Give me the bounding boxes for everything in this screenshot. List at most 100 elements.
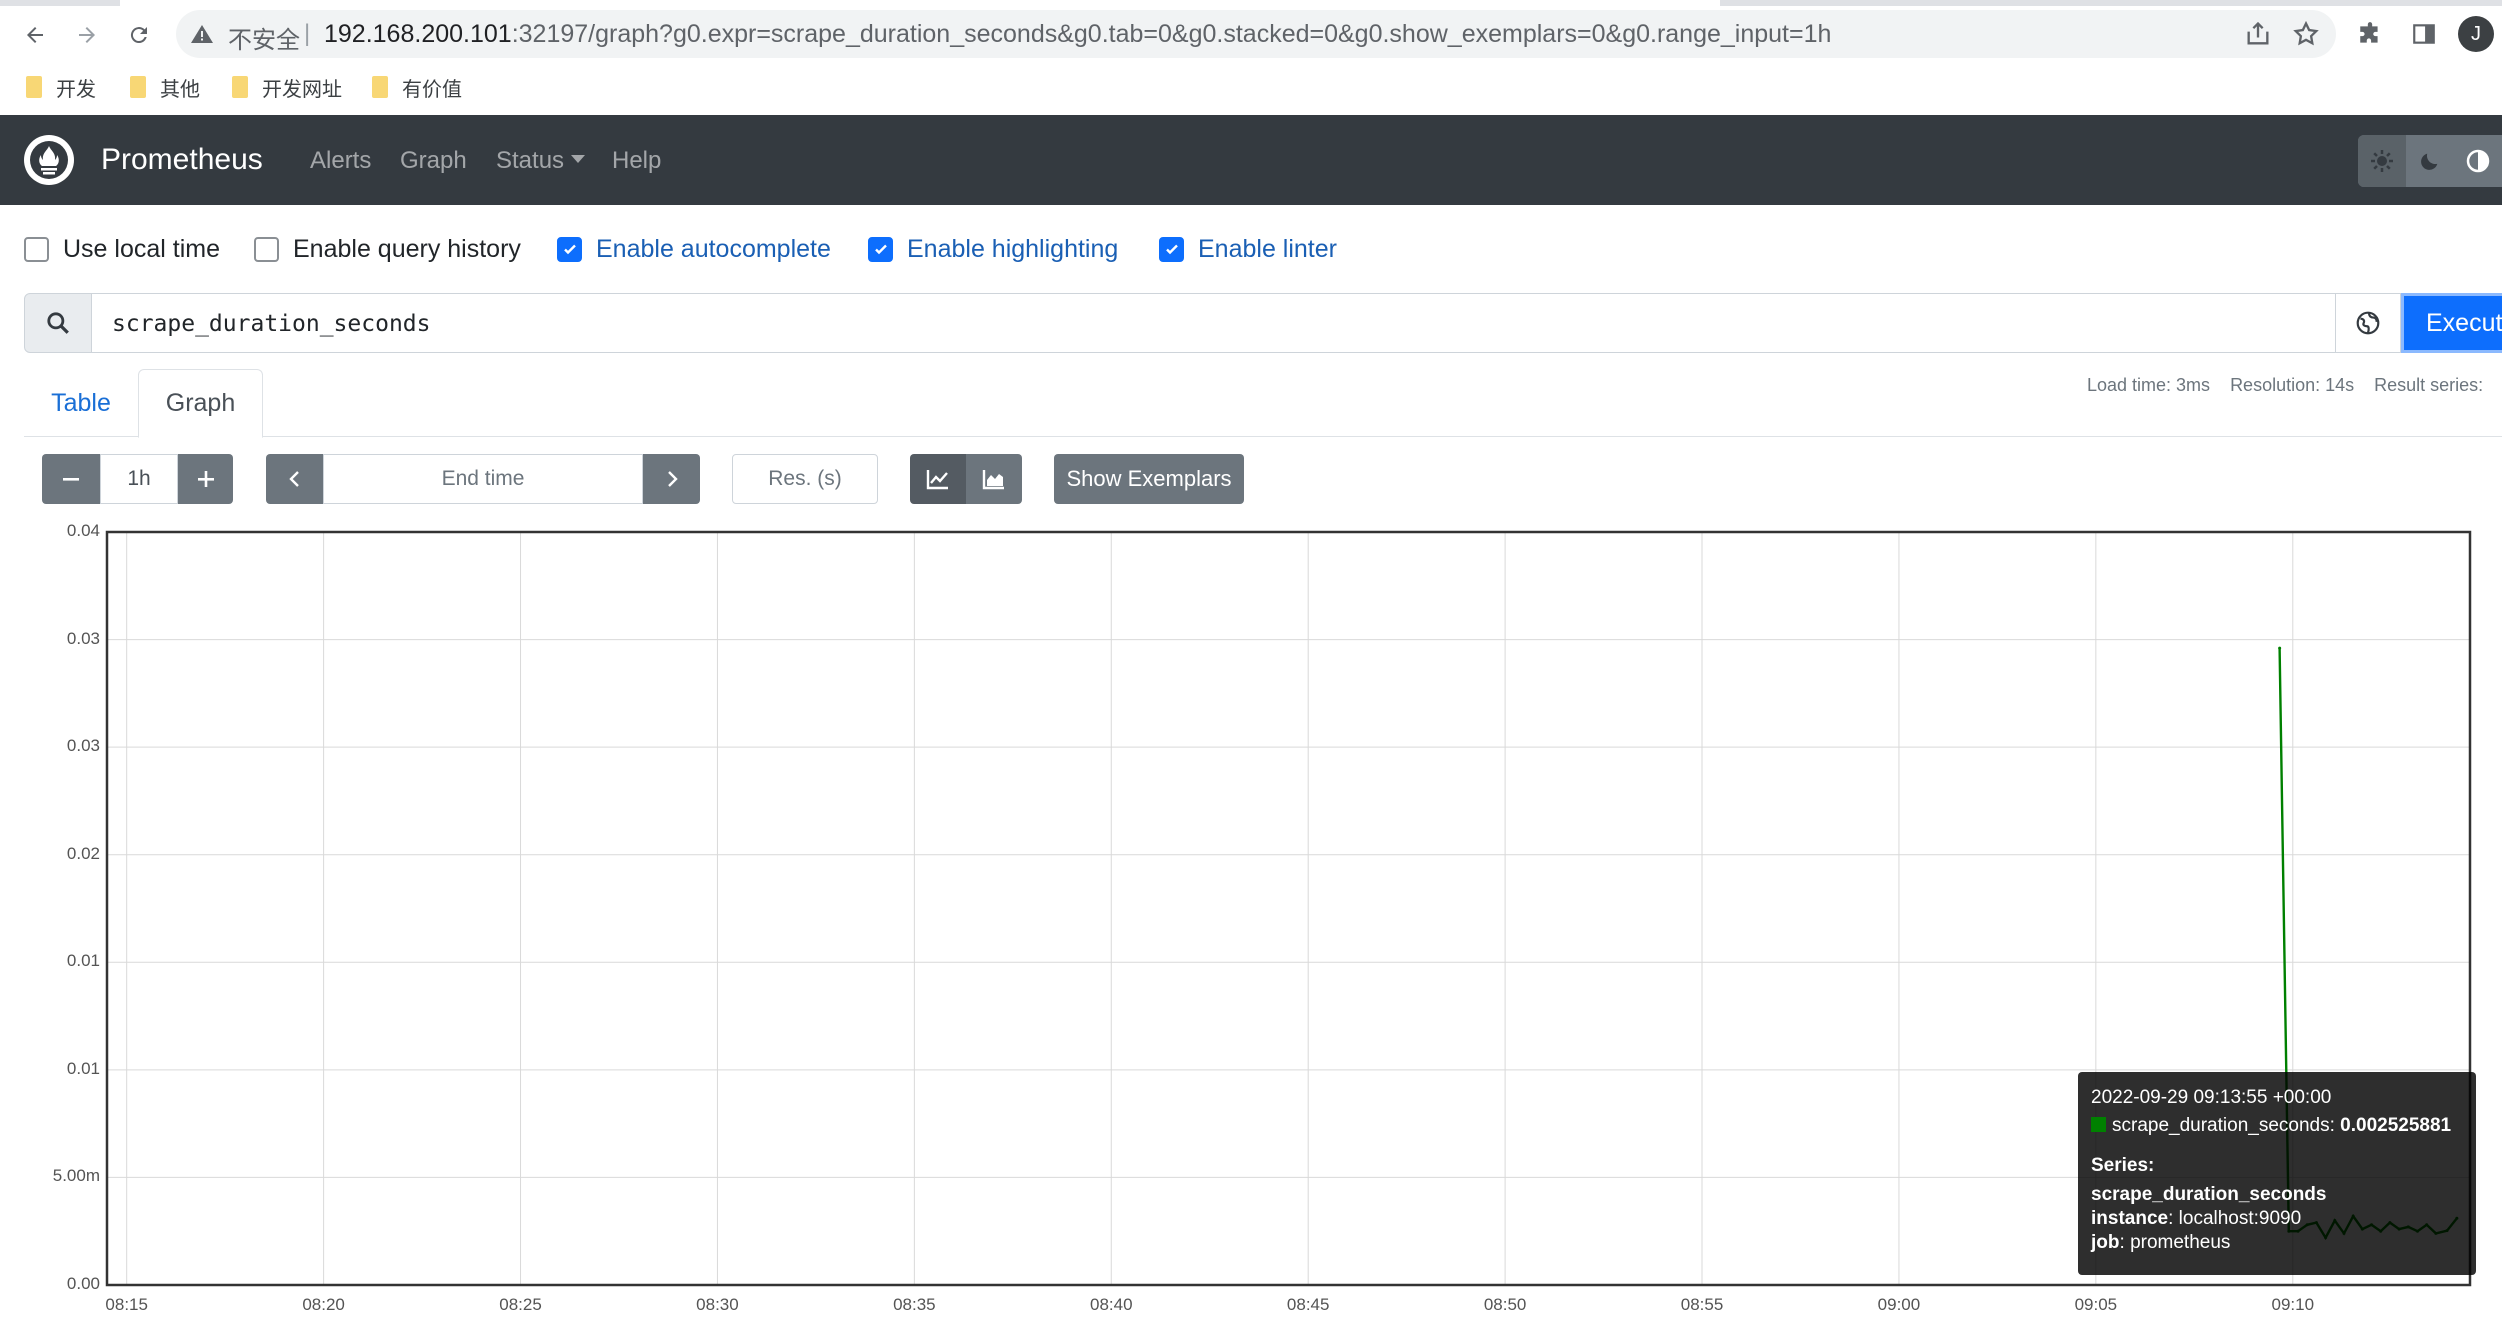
show-exemplars-button[interactable]: Show Exemplars bbox=[1054, 454, 1244, 504]
star-icon[interactable] bbox=[2292, 20, 2320, 48]
tab-table[interactable]: Table bbox=[24, 369, 138, 437]
forward-icon[interactable] bbox=[68, 16, 106, 54]
tooltip-label-instance: instance: localhost:9090 bbox=[2091, 1208, 2302, 1229]
range-input[interactable]: 1h bbox=[100, 454, 178, 504]
query-history-option[interactable]: Enable query history bbox=[254, 233, 521, 265]
stacked-chart-button[interactable] bbox=[966, 454, 1022, 504]
load-time: Load time: 3ms bbox=[2087, 375, 2211, 395]
tooltip-series-name: scrape_duration_seconds bbox=[2091, 1184, 2327, 1206]
bookmark-label: 有价值 bbox=[402, 78, 462, 101]
bookmark-label: 开发 bbox=[56, 78, 96, 101]
bookmark-item[interactable]: 开发网址 bbox=[232, 72, 342, 102]
extensions-icon[interactable] bbox=[2352, 16, 2388, 52]
browser-chrome: 不安全 | 192.168.200.101:32197/graph?g0.exp… bbox=[0, 0, 2502, 115]
bookmark-label: 其他 bbox=[160, 78, 200, 101]
tooltip-value-row: scrape_duration_seconds: 0.002525881 bbox=[2091, 1114, 2476, 1138]
bookmark-item[interactable]: 其他 bbox=[130, 72, 200, 102]
linter-checkbox[interactable] bbox=[1159, 236, 1184, 262]
dark-theme-button[interactable] bbox=[2406, 135, 2454, 187]
tab-graph[interactable]: Graph bbox=[138, 369, 263, 438]
light-theme-button[interactable] bbox=[2358, 135, 2406, 187]
expression-input[interactable]: scrape_duration_seconds bbox=[91, 293, 2336, 353]
folder-icon bbox=[130, 76, 146, 98]
resolution-input[interactable]: Res. (s) bbox=[732, 454, 878, 504]
line-chart-button[interactable] bbox=[910, 454, 966, 504]
linter-option[interactable]: Enable linter bbox=[1159, 233, 1337, 265]
query-stats: Load time: 3ms Resolution: 14s Result seri… bbox=[2087, 375, 2502, 396]
next-time-button[interactable] bbox=[643, 454, 700, 504]
caret-down-icon bbox=[571, 154, 586, 163]
share-icon[interactable] bbox=[2244, 20, 2272, 48]
url-host: 192.168.200.101 bbox=[324, 20, 512, 48]
check-icon bbox=[874, 244, 887, 255]
tab-strip bbox=[0, 0, 2502, 6]
chevron-right-icon bbox=[667, 471, 678, 487]
profile-avatar[interactable]: J bbox=[2458, 16, 2494, 52]
area-chart-icon bbox=[982, 470, 1004, 490]
end-time-input[interactable]: End time bbox=[323, 454, 643, 504]
folder-icon bbox=[232, 76, 248, 98]
sun-icon bbox=[2371, 150, 2393, 172]
moon-icon bbox=[2421, 153, 2438, 170]
previous-time-button[interactable] bbox=[266, 454, 323, 504]
result-series: Result series: bbox=[2374, 375, 2484, 395]
theme-toggle-group bbox=[2358, 135, 2502, 187]
browser-theme-button[interactable] bbox=[2454, 135, 2502, 187]
label-key: instance bbox=[2091, 1208, 2169, 1229]
minus-icon bbox=[63, 478, 79, 481]
autocomplete-checkbox[interactable] bbox=[557, 236, 582, 262]
highlighting-label: Enable highlighting bbox=[907, 234, 1119, 263]
folder-icon bbox=[372, 76, 388, 98]
decrease-range-button[interactable] bbox=[42, 454, 100, 504]
increase-range-button[interactable] bbox=[178, 454, 233, 504]
query-history-label: Enable query history bbox=[293, 234, 521, 263]
nav-help[interactable]: Help bbox=[612, 147, 661, 175]
bookmark-item[interactable]: 开发 bbox=[26, 72, 96, 102]
query-history-checkbox[interactable] bbox=[254, 236, 279, 262]
plus-icon bbox=[197, 471, 214, 487]
linter-label: Enable linter bbox=[1198, 234, 1337, 263]
bookmark-label: 开发网址 bbox=[262, 78, 342, 101]
use-local-time-option[interactable]: Use local time bbox=[24, 233, 220, 265]
tooltip-metric: scrape_duration_seconds bbox=[2112, 1114, 2330, 1136]
bookmark-item[interactable]: 有价值 bbox=[372, 72, 462, 102]
url-separator: | bbox=[304, 20, 311, 47]
tooltip-series-heading: Series: bbox=[2091, 1154, 2155, 1176]
address-bar[interactable]: 不安全 | 192.168.200.101:32197/graph?g0.exp… bbox=[176, 10, 2336, 58]
nav-graph[interactable]: Graph bbox=[400, 147, 467, 175]
use-local-time-label: Use local time bbox=[63, 234, 220, 263]
top-navbar: Prometheus Alerts Graph Status Help bbox=[0, 115, 2502, 205]
nav-status-label: Status bbox=[496, 147, 565, 174]
use-local-time-checkbox[interactable] bbox=[24, 236, 49, 262]
nav-status[interactable]: Status bbox=[496, 147, 586, 175]
highlighting-checkbox[interactable] bbox=[868, 236, 893, 262]
side-panel-icon[interactable] bbox=[2406, 16, 2442, 52]
metrics-explorer-icon[interactable] bbox=[2335, 293, 2401, 353]
resolution-stat: Resolution: 14s bbox=[2230, 375, 2355, 395]
label-value: localhost:9090 bbox=[2178, 1208, 2302, 1229]
url-text[interactable]: 192.168.200.101:32197/graph?g0.expr=scra… bbox=[324, 20, 1831, 49]
brand-title[interactable]: Prometheus bbox=[101, 143, 263, 177]
check-icon bbox=[1165, 244, 1178, 255]
query-bar: scrape_duration_seconds Execute bbox=[24, 293, 2502, 353]
search-icon bbox=[24, 293, 92, 353]
series-swatch bbox=[2091, 1116, 2106, 1132]
back-icon[interactable] bbox=[16, 16, 54, 54]
autocomplete-option[interactable]: Enable autocomplete bbox=[557, 233, 831, 265]
tooltip-label-job: job: prometheus bbox=[2091, 1231, 2231, 1253]
execute-button[interactable]: Execute bbox=[2401, 293, 2502, 353]
active-tab-edge bbox=[120, 0, 1720, 6]
tooltip-timestamp: 2022-09-29 09:13:55 +00:00 bbox=[2091, 1087, 2332, 1108]
graph-tooltip: 2022-09-29 09:13:55 +00:00 scrape_durati… bbox=[2078, 1072, 2476, 1275]
warning-icon[interactable] bbox=[190, 22, 214, 46]
insecure-label[interactable]: 不安全 bbox=[228, 20, 300, 55]
nav-alerts[interactable]: Alerts bbox=[310, 147, 371, 175]
data-point bbox=[2278, 646, 2282, 650]
line-chart-icon bbox=[926, 470, 948, 490]
reload-icon[interactable] bbox=[120, 16, 158, 54]
highlighting-option[interactable]: Enable highlighting bbox=[868, 233, 1118, 265]
prometheus-logo-icon[interactable] bbox=[24, 135, 74, 185]
folder-icon bbox=[26, 76, 42, 98]
label-key: job bbox=[2091, 1231, 2120, 1253]
url-path: :32197/graph?g0.expr=scrape_duration_sec… bbox=[511, 20, 1832, 48]
